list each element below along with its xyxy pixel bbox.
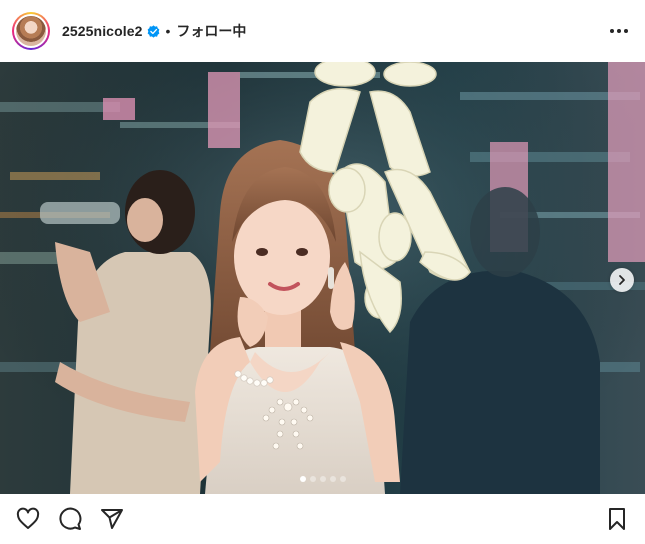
chevron-right-icon	[619, 275, 625, 285]
carousel-dot	[319, 476, 326, 482]
more-options-icon[interactable]	[607, 19, 631, 43]
separator-dot: •	[165, 23, 171, 39]
heart-icon	[16, 507, 40, 529]
comment-button[interactable]	[56, 505, 84, 533]
carousel-dot	[309, 476, 316, 482]
action-bar	[0, 494, 645, 544]
carousel-dot	[339, 476, 346, 482]
party-photo	[0, 62, 645, 494]
verified-badge-icon	[147, 24, 159, 38]
username-link[interactable]: 2525nicole2	[62, 23, 143, 39]
carousel-indicator	[0, 476, 645, 482]
post-header: 2525nicole2 • フォロー中	[0, 0, 645, 62]
carousel-dot	[299, 476, 306, 482]
profile-photo	[16, 16, 46, 46]
bookmark-icon	[609, 508, 625, 530]
following-status[interactable]: フォロー中	[176, 21, 246, 41]
avatar[interactable]	[12, 12, 50, 50]
comment-icon	[59, 507, 82, 530]
like-button[interactable]	[14, 505, 42, 533]
share-button[interactable]	[98, 505, 126, 533]
save-button[interactable]	[603, 505, 631, 533]
paper-plane-icon	[101, 509, 123, 529]
carousel-dot	[329, 476, 336, 482]
next-slide-button[interactable]	[610, 268, 634, 292]
post-image[interactable]	[0, 62, 645, 494]
